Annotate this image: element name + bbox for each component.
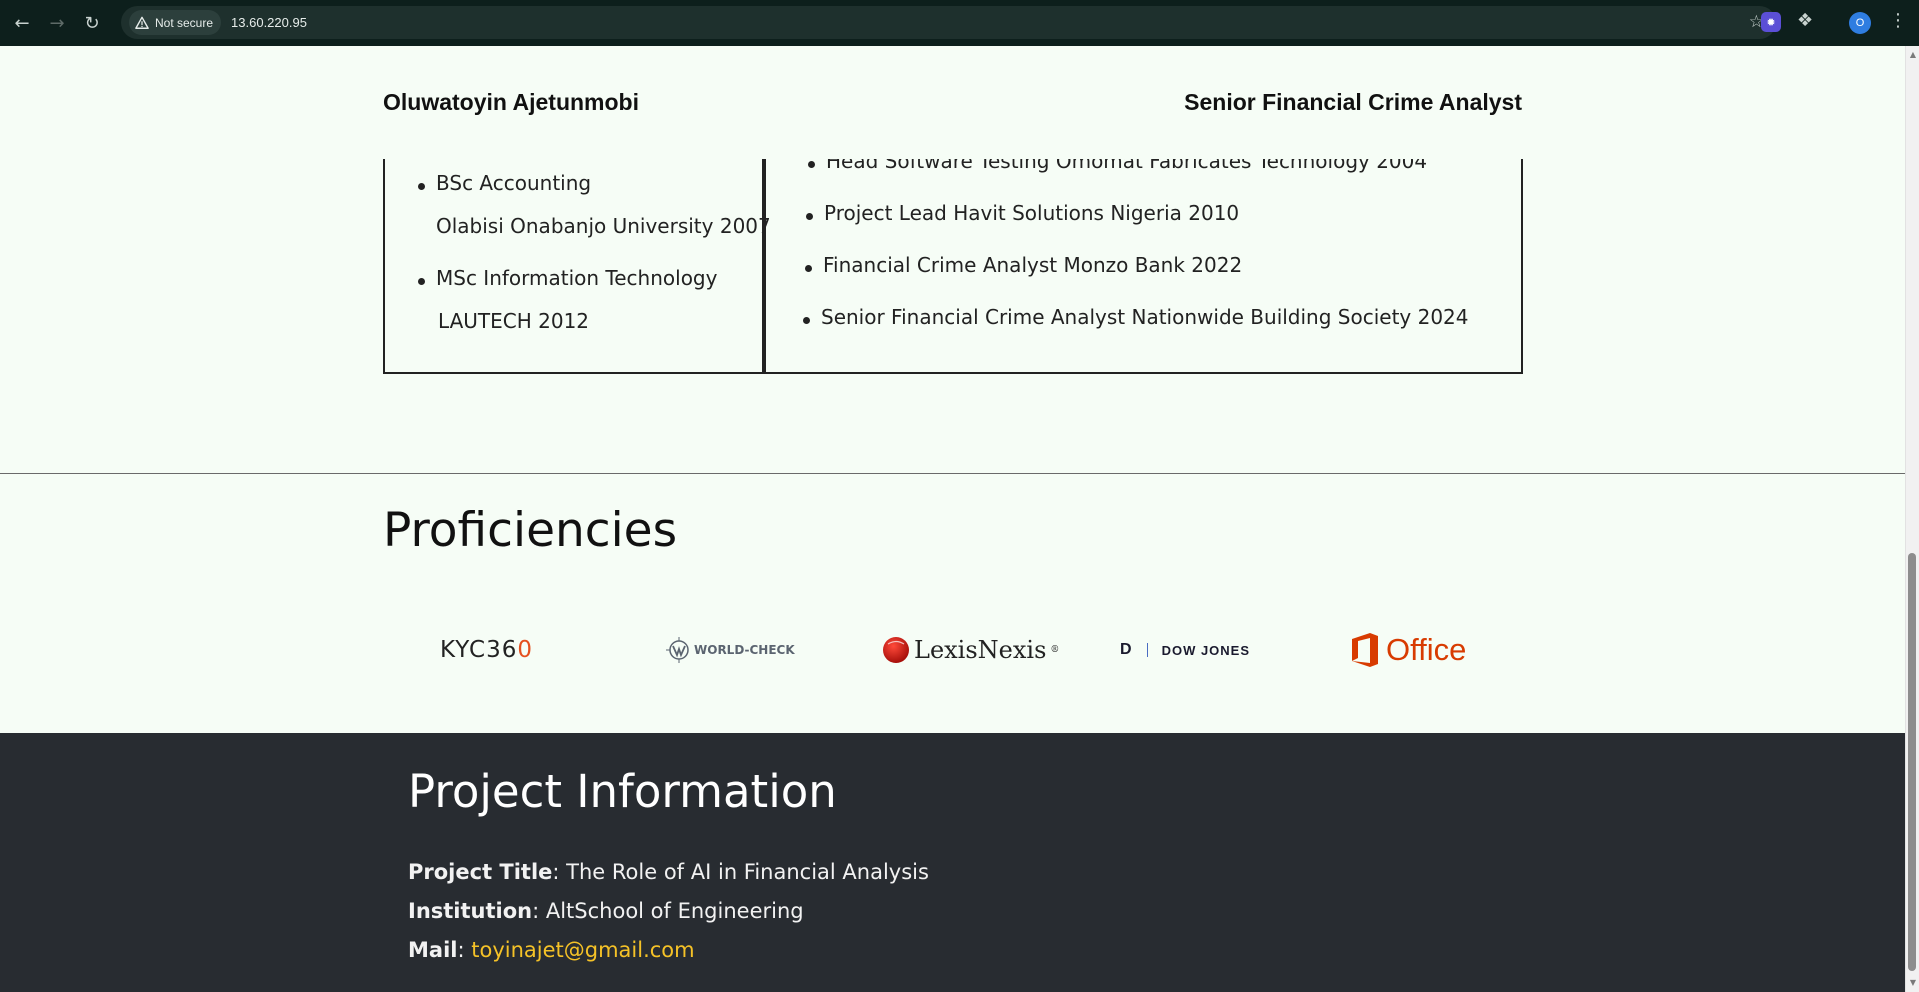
project-title-row: Project Title: The Role of AI in Financi… <box>408 860 929 884</box>
kyc360-logo: KYC36 0 <box>440 628 533 672</box>
world-check-logo-text: WORLD-CHECK <box>694 643 795 657</box>
mail-row: Mail: toyinajet@gmail.com <box>408 938 695 962</box>
warning-icon <box>135 16 149 29</box>
security-label: Not secure <box>155 15 214 30</box>
bullet <box>806 213 813 220</box>
office-logo: Office <box>1350 628 1466 672</box>
security-chip[interactable]: Not secure <box>129 10 222 35</box>
bullet <box>803 317 810 324</box>
forward-icon[interactable]: → <box>42 8 72 38</box>
education-column: BSc Accounting Olabisi Onabanjo Universi… <box>383 159 771 374</box>
project-info-heading: Project Information <box>408 765 837 818</box>
education-school: LAUTECH 2012 <box>438 309 590 333</box>
project-title-label: Project Title <box>408 860 553 884</box>
header-role: Senior Financial Crime Analyst <box>1184 89 1522 115</box>
office-logo-text: Office <box>1386 632 1467 667</box>
experience-column: Head Software Testing Omomat Fabricates … <box>764 149 1523 374</box>
institution-row: Institution: AltSchool of Engineering <box>408 899 804 923</box>
lexisnexis-logo-text: LexisNexis <box>914 636 1047 664</box>
back-icon[interactable]: ← <box>7 8 37 38</box>
kyc360-logo-accent: 0 <box>517 637 534 663</box>
bullet <box>418 278 425 285</box>
world-check-logo: WORLD-CHECK <box>666 628 795 672</box>
experience-item: Financial Crime Analyst Monzo Bank 2022 <box>823 253 1243 277</box>
lexisnexis-ball-icon <box>883 637 909 663</box>
experience-item: Project Lead Havit Solutions Nigeria 201… <box>824 201 1240 225</box>
institution-label: Institution <box>408 899 533 923</box>
more-vert-icon[interactable]: ⋮ <box>1889 10 1907 31</box>
url-text[interactable]: 13.60.220.95 <box>231 15 307 30</box>
kyc360-logo-text: KYC36 <box>440 637 518 663</box>
header-name: Oluwatoyin Ajetunmobi <box>383 89 639 115</box>
browser-toolbar: ← → ↻ Not secure 13.60.220.95 ☆ ✹ ❖ O ⋮ <box>0 0 1919 46</box>
reload-icon[interactable]: ↻ <box>77 8 107 38</box>
dow-jones-mark: D <box>1120 641 1133 658</box>
bullet <box>808 161 815 168</box>
proficiencies-heading: Proficiencies <box>383 503 678 558</box>
institution-value: : AltSchool of Engineering <box>532 899 804 923</box>
bullet <box>418 183 425 190</box>
education-degree: BSc Accounting <box>436 171 592 195</box>
address-bar[interactable]: Not secure 13.60.220.95 ☆ <box>121 6 1776 39</box>
mail-link[interactable]: toyinajet@gmail.com <box>471 938 694 962</box>
section-divider <box>0 473 1905 474</box>
mail-label: Mail <box>408 938 458 962</box>
dow-jones-logo: D DOW JONES <box>1120 628 1250 672</box>
bullet <box>805 265 812 272</box>
lexisnexis-registered-mark: ® <box>1050 645 1060 655</box>
extension-icon[interactable]: ✹ <box>1761 12 1781 32</box>
world-check-globe-icon <box>666 637 689 663</box>
dow-jones-logo-text: DOW JONES <box>1161 642 1251 658</box>
profile-avatar[interactable]: O <box>1849 12 1871 34</box>
scroll-down-arrow-icon[interactable]: ▼ <box>1910 978 1916 987</box>
puzzle-icon[interactable]: ❖ <box>1797 10 1813 31</box>
resume-table: BSc Accounting Olabisi Onabanjo Universi… <box>383 149 1523 374</box>
lexisnexis-logo: LexisNexis ® <box>882 628 1059 672</box>
mail-separator: : <box>457 938 472 962</box>
project-title-value: : The Role of AI in Financial Analysis <box>552 860 929 884</box>
scrollbar-thumb[interactable] <box>1908 553 1916 971</box>
experience-item: Senior Financial Crime Analyst Nationwid… <box>821 305 1469 329</box>
education-degree: MSc Information Technology <box>436 266 718 290</box>
site-header: Oluwatoyin Ajetunmobi Senior Financial C… <box>0 46 1905 159</box>
dow-jones-separator <box>1146 643 1148 657</box>
scroll-up-arrow-icon[interactable]: ▲ <box>1910 50 1916 59</box>
office-icon <box>1352 633 1378 667</box>
education-school: Olabisi Onabanjo University 2007 <box>436 214 771 238</box>
project-info-section: Project Information Project Title: The R… <box>0 733 1905 992</box>
